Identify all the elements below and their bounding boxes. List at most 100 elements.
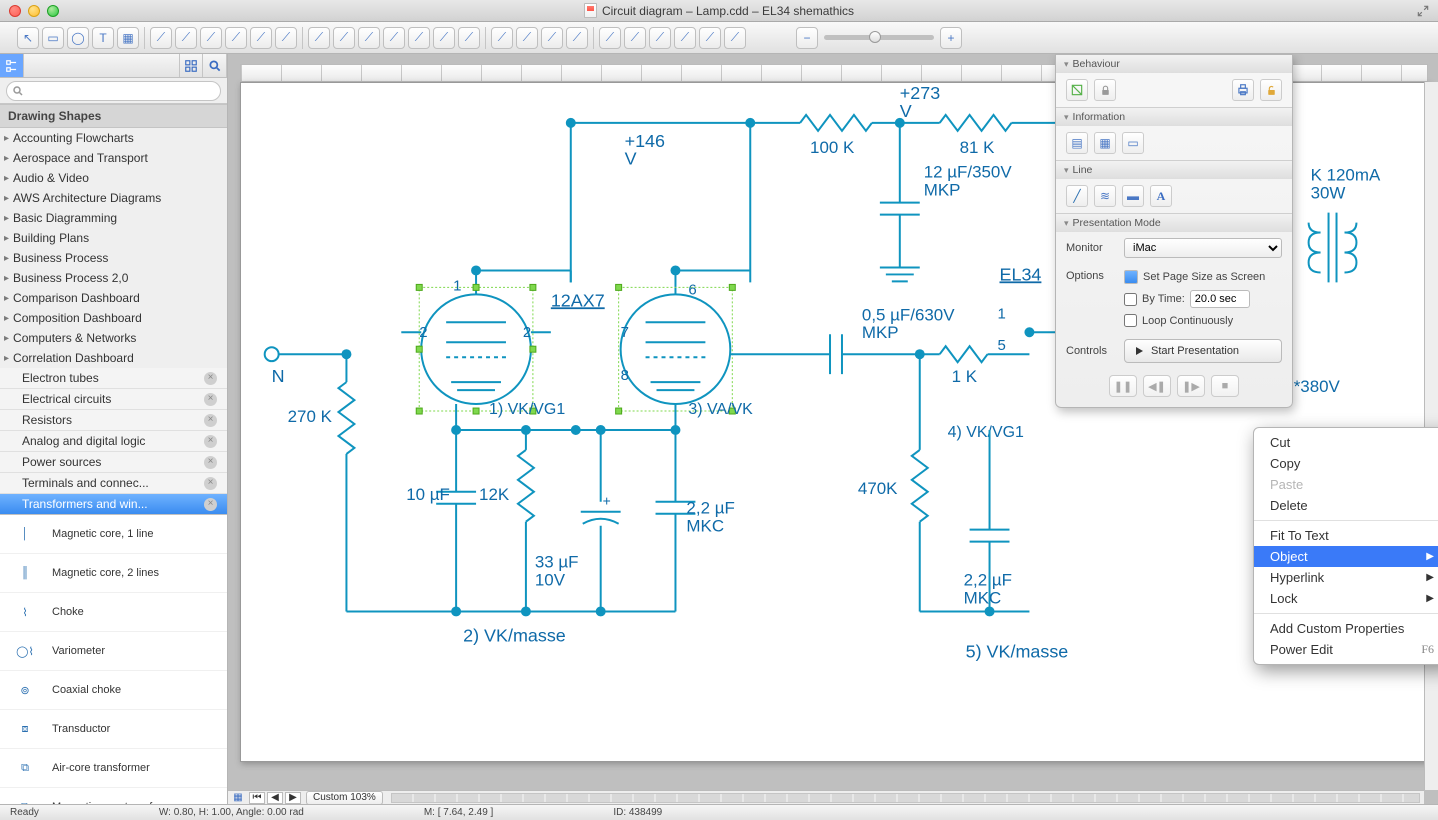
category-item[interactable]: Computers & Networks	[0, 328, 227, 348]
menu-item-fit-to-text[interactable]: Fit To Text	[1254, 525, 1438, 546]
scrollbar-horizontal[interactable]	[391, 793, 1420, 803]
close-library-icon[interactable]: ×	[204, 393, 217, 406]
tool-curve[interactable]: ⟋	[383, 27, 405, 49]
shape-item[interactable]: ⌇Choke	[0, 593, 227, 632]
library-item[interactable]: Transformers and win...×	[0, 494, 227, 514]
minimize-window-button[interactable]	[28, 5, 40, 17]
next-slide-button[interactable]: ❚▶	[1177, 375, 1205, 397]
tool-dimension[interactable]: ⟋	[699, 27, 721, 49]
tool-ellipse[interactable]: ◯	[67, 27, 89, 49]
library-item[interactable]: Electron tubes×	[0, 368, 227, 389]
sidebar-tab-grid[interactable]	[179, 54, 203, 77]
tool-pointer[interactable]: ↖	[17, 27, 39, 49]
shape-item[interactable]: ◯⌇Variometer	[0, 632, 227, 671]
tool-connector-arc[interactable]: ⟋	[225, 27, 247, 49]
tool-zoom-out[interactable]: ⟋	[624, 27, 646, 49]
opt-loop[interactable]: Loop Continuously	[1124, 314, 1265, 327]
menu-item-copy[interactable]: Copy	[1254, 453, 1438, 474]
tool-spline[interactable]: ⟋	[358, 27, 380, 49]
library-item[interactable]: Analog and digital logic×	[0, 431, 227, 452]
library-item[interactable]: Electrical circuits×	[0, 389, 227, 410]
tool-rectangle[interactable]: ▭	[42, 27, 64, 49]
page-next-button[interactable]: ▶	[285, 792, 301, 804]
close-library-icon[interactable]: ×	[204, 372, 217, 385]
shape-item[interactable]: ║Magnetic core, 2 lines	[0, 554, 227, 593]
pause-button[interactable]: ❚❚	[1109, 375, 1137, 397]
bytime-checkbox[interactable]	[1124, 293, 1137, 306]
menu-item-delete[interactable]: Delete	[1254, 495, 1438, 516]
tool-eyedropper[interactable]: ⟋	[724, 27, 746, 49]
category-item[interactable]: Aerospace and Transport	[0, 148, 227, 168]
page-prev-button[interactable]: ◀	[267, 792, 283, 804]
library-search-input[interactable]	[6, 81, 221, 101]
tool-bring-front[interactable]: ⟋	[491, 27, 513, 49]
unlock-icon[interactable]	[1260, 79, 1282, 101]
shape-item[interactable]: ⊚Coaxial choke	[0, 671, 227, 710]
tool-polyline[interactable]: ⟋	[408, 27, 430, 49]
category-item[interactable]: Business Process 2,0	[0, 268, 227, 288]
shape-item[interactable]: ⧉Air-core transformer	[0, 749, 227, 788]
page-tabs-icon[interactable]: ▦	[228, 792, 248, 803]
line-color-icon[interactable]: ▬	[1122, 185, 1144, 207]
zoom-in-icon[interactable]: +	[940, 27, 962, 49]
behaviour-resize-icon[interactable]	[1066, 79, 1088, 101]
shape-item[interactable]: │Magnetic core, 1 line	[0, 515, 227, 554]
panel-section-presentation[interactable]: Presentation Mode	[1056, 214, 1292, 232]
panel-section-line[interactable]: Line	[1056, 161, 1292, 179]
panel-section-information[interactable]: Information	[1056, 108, 1292, 126]
tube-12ax7-left[interactable]: 1 2 2	[401, 270, 551, 414]
tool-table[interactable]: ▦	[117, 27, 139, 49]
menu-item-cut[interactable]: Cut	[1254, 432, 1438, 453]
menu-item-power-edit[interactable]: Power EditF6	[1254, 639, 1438, 660]
tool-connector-curve[interactable]: ⟋	[200, 27, 222, 49]
library-item[interactable]: Terminals and connec...×	[0, 473, 227, 494]
tool-send-back[interactable]: ⟋	[516, 27, 538, 49]
tube-12ax7-right[interactable]: 6 7 8	[616, 270, 736, 414]
info-page-icon[interactable]: ▤	[1066, 132, 1088, 154]
tool-polygon[interactable]: ⟋	[458, 27, 480, 49]
close-library-icon[interactable]: ×	[204, 456, 217, 469]
menu-item-hyperlink[interactable]: Hyperlink▶	[1254, 567, 1438, 588]
tool-connector-bezier[interactable]: ⟋	[275, 27, 297, 49]
line-style-icon[interactable]: ╱	[1066, 185, 1088, 207]
print-icon[interactable]	[1232, 79, 1254, 101]
category-item[interactable]: Composition Dashboard	[0, 308, 227, 328]
menu-item-add-custom-properties[interactable]: Add Custom Properties	[1254, 618, 1438, 639]
prev-slide-button[interactable]: ◀❚	[1143, 375, 1171, 397]
category-item[interactable]: Comparison Dashboard	[0, 288, 227, 308]
line-weight-icon[interactable]: ≋	[1094, 185, 1116, 207]
close-window-button[interactable]	[9, 5, 21, 17]
close-library-icon[interactable]: ×	[204, 498, 217, 511]
stop-button[interactable]: ■	[1211, 375, 1239, 397]
category-item[interactable]: Audio & Video	[0, 168, 227, 188]
category-item[interactable]: Business Process	[0, 248, 227, 268]
menu-item-lock[interactable]: Lock▶	[1254, 588, 1438, 609]
menu-item-object[interactable]: Object▶	[1254, 546, 1438, 567]
monitor-select[interactable]: iMac	[1124, 238, 1282, 258]
library-item[interactable]: Power sources×	[0, 452, 227, 473]
loop-checkbox[interactable]	[1124, 314, 1137, 327]
fullscreen-icon[interactable]	[1416, 4, 1430, 18]
zoom-readout[interactable]: Custom 103%	[306, 791, 383, 805]
lock-icon[interactable]	[1094, 79, 1116, 101]
category-item[interactable]: AWS Architecture Diagrams	[0, 188, 227, 208]
opt-page-size[interactable]: Set Page Size as Screen	[1124, 270, 1265, 284]
zoom-window-button[interactable]	[47, 5, 59, 17]
info-doc-icon[interactable]: ▭	[1122, 132, 1144, 154]
bytime-input[interactable]	[1190, 290, 1250, 308]
zoom-out-icon[interactable]: −	[796, 27, 818, 49]
library-item[interactable]: Resistors×	[0, 410, 227, 431]
close-library-icon[interactable]: ×	[204, 414, 217, 427]
tool-crop[interactable]: ⟋	[674, 27, 696, 49]
category-item[interactable]: Basic Diagramming	[0, 208, 227, 228]
shape-item[interactable]: ⧉Magnetic-core transformer	[0, 788, 227, 804]
page-first-button[interactable]: ⏮	[249, 792, 265, 804]
category-item[interactable]: Building Plans	[0, 228, 227, 248]
tool-zoom-in[interactable]: ⟋	[599, 27, 621, 49]
tool-line[interactable]: ⟋	[308, 27, 330, 49]
category-item[interactable]: Accounting Flowcharts	[0, 128, 227, 148]
info-note-icon[interactable]: ▦	[1094, 132, 1116, 154]
close-library-icon[interactable]: ×	[204, 435, 217, 448]
panel-section-behaviour[interactable]: Behaviour	[1056, 55, 1292, 73]
category-item[interactable]: Correlation Dashboard	[0, 348, 227, 368]
